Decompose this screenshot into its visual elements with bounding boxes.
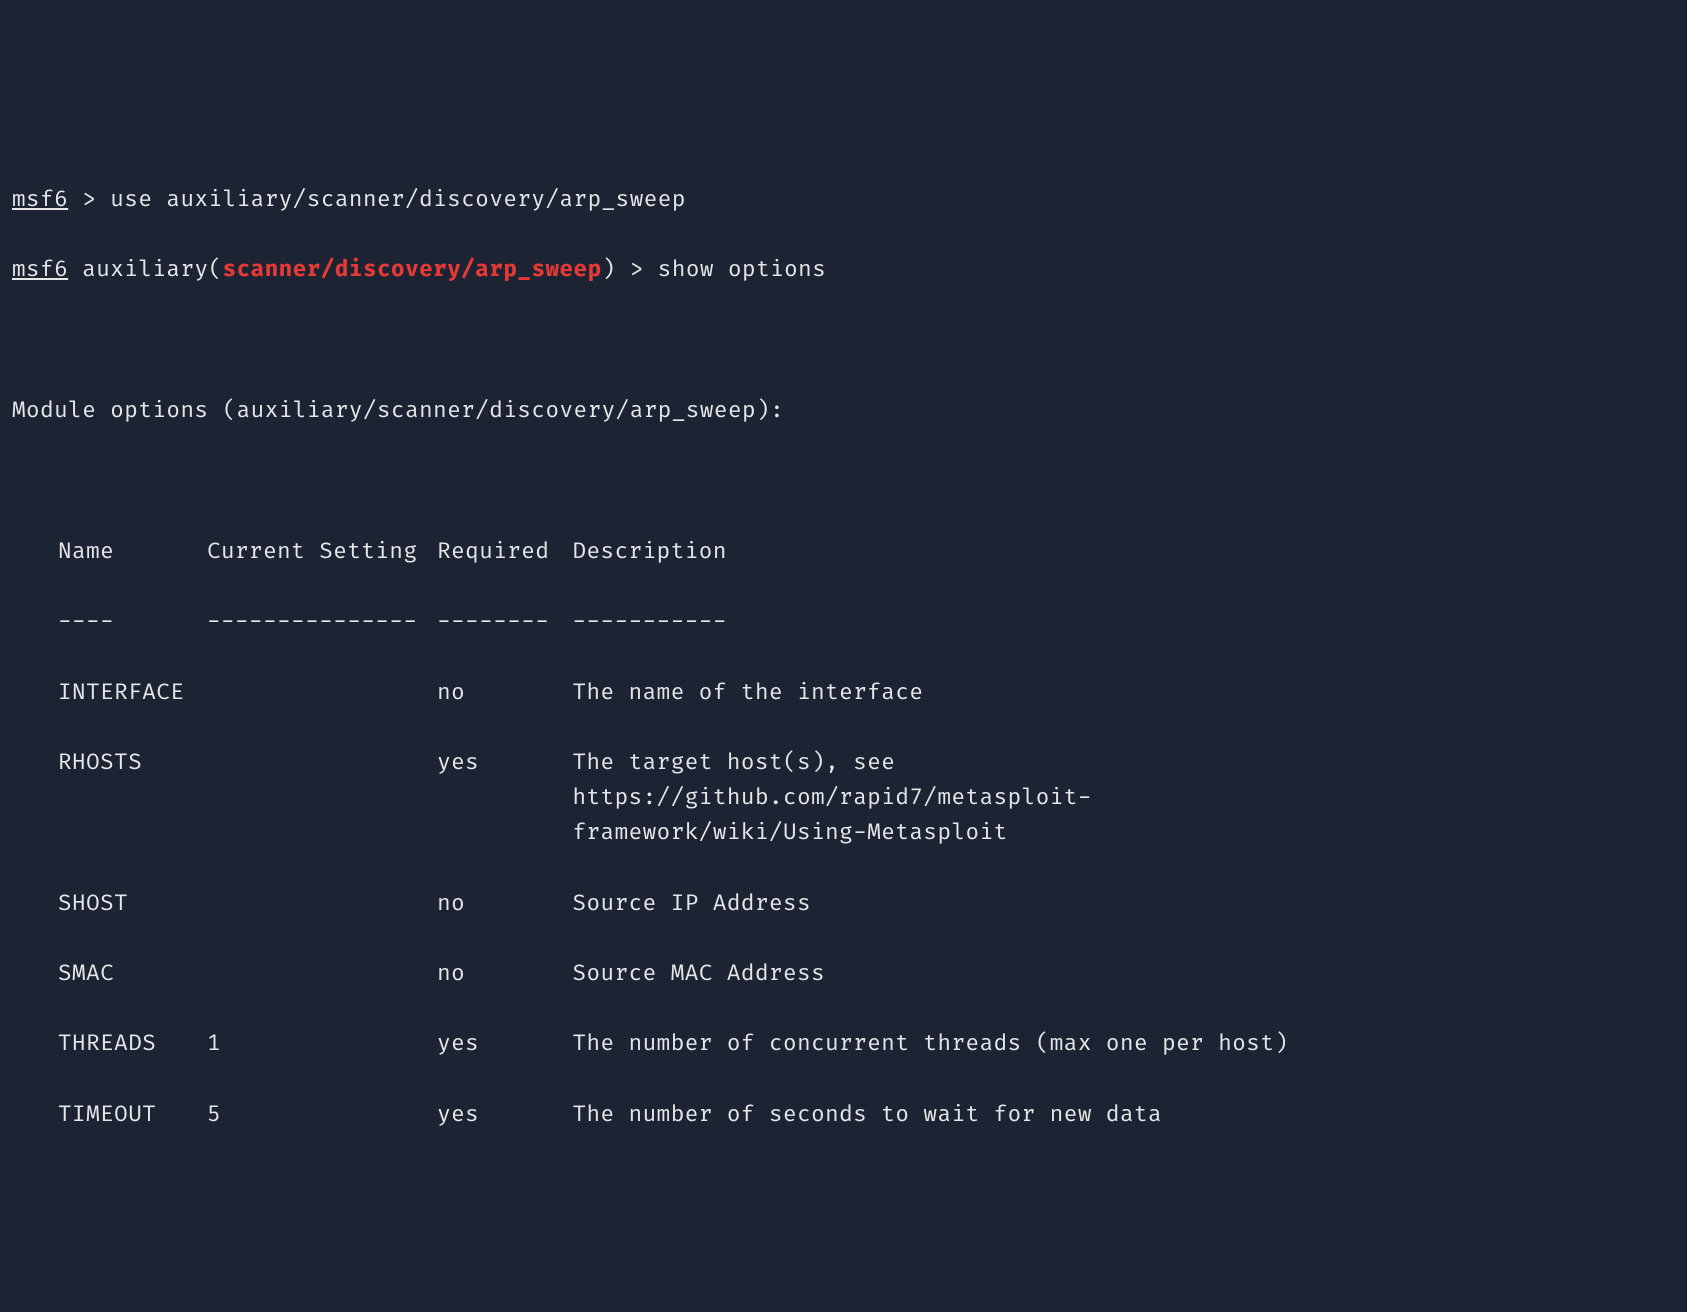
prompt-line-2: msf6 auxiliary(scanner/discovery/arp_swe… xyxy=(12,252,1675,287)
option-setting: 5 xyxy=(207,1097,437,1132)
option-required: yes xyxy=(437,1097,572,1132)
command-text: show options xyxy=(658,256,826,283)
prompt-prefix: msf6 xyxy=(12,186,68,213)
table-header-underline: -------------------------------------- xyxy=(12,604,1675,639)
table-row: SMAC noSource MAC Address xyxy=(12,956,1675,991)
option-required: yes xyxy=(437,745,572,780)
prompt-line-1: msf6 > use auxiliary/scanner/discovery/a… xyxy=(12,182,1675,217)
table-header-row: NameCurrent SettingRequiredDescription xyxy=(12,534,1675,569)
option-description: The name of the interface xyxy=(572,675,1384,710)
table-row: INTERFACE noThe name of the interface xyxy=(12,675,1675,710)
option-required: no xyxy=(437,956,572,991)
option-setting: 1 xyxy=(207,1026,437,1061)
module-context: scanner/discovery/arp_sweep xyxy=(223,256,602,283)
prompt-prefix: msf6 xyxy=(12,256,68,283)
option-name: TIMEOUT xyxy=(58,1097,207,1132)
table-row: THREADS1yesThe number of concurrent thre… xyxy=(12,1026,1675,1061)
table-row: RHOSTS yesThe target host(s), see https:/… xyxy=(12,745,1675,851)
option-required: no xyxy=(437,675,572,710)
command-text: use auxiliary/scanner/discovery/arp_swee… xyxy=(110,186,686,213)
option-description: Source MAC Address xyxy=(572,956,1384,991)
table-row: TIMEOUT5yesThe number of seconds to wait… xyxy=(12,1097,1675,1132)
option-required: no xyxy=(437,886,572,921)
header-description: Description xyxy=(572,534,1384,569)
header-setting: Current Setting xyxy=(207,534,437,569)
option-description: The number of concurrent threads (max on… xyxy=(572,1026,1384,1061)
option-name: INTERFACE xyxy=(58,675,207,710)
module-header: Module options (auxiliary/scanner/discov… xyxy=(12,393,1675,428)
option-name: THREADS xyxy=(58,1026,207,1061)
header-required: Required xyxy=(437,534,572,569)
header-name: Name xyxy=(58,534,207,569)
option-name: SMAC xyxy=(58,956,207,991)
terminal-output[interactable]: msf6 > use auxiliary/scanner/discovery/a… xyxy=(12,147,1675,1167)
option-name: SHOST xyxy=(58,886,207,921)
option-required: yes xyxy=(437,1026,572,1061)
option-description: Source IP Address xyxy=(572,886,1384,921)
table-row: SHOST noSource IP Address xyxy=(12,886,1675,921)
option-description: The target host(s), see https://github.c… xyxy=(572,745,1384,851)
option-name: RHOSTS xyxy=(58,745,207,780)
option-description: The number of seconds to wait for new da… xyxy=(572,1097,1384,1132)
